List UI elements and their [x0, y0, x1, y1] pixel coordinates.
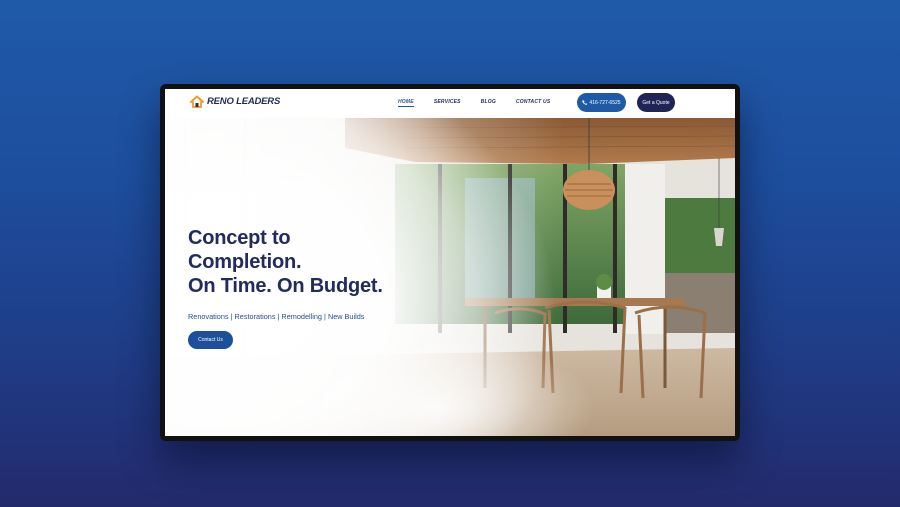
- site-header: RENO LEADERS HOME SERVICES BLOG CONTACT …: [165, 89, 735, 118]
- logo[interactable]: RENO LEADERS: [190, 95, 280, 108]
- headline-line-1: Concept to: [188, 227, 291, 249]
- device-frame: RENO LEADERS HOME SERVICES BLOG CONTACT …: [160, 84, 740, 441]
- get-quote-label: Get a Quote: [642, 99, 670, 106]
- house-logo-icon: [190, 95, 204, 108]
- hero-headline: Concept to Completion. On Time. On Budge…: [188, 226, 383, 298]
- phone-number: 416-727-6525: [589, 99, 621, 106]
- presentation-background: RENO LEADERS HOME SERVICES BLOG CONTACT …: [0, 0, 900, 507]
- nav-home[interactable]: HOME: [398, 99, 414, 107]
- services-tagline: Renovations | Restorations | Remodelling…: [188, 312, 365, 321]
- website-screen: RENO LEADERS HOME SERVICES BLOG CONTACT …: [165, 89, 735, 436]
- hero-bottom-glow: [315, 318, 635, 436]
- headline-line-3: On Time. On Budget.: [188, 275, 383, 297]
- phone-icon: [582, 100, 588, 105]
- headline-line-2: Completion.: [188, 251, 302, 273]
- main-nav: HOME SERVICES BLOG CONTACT US: [398, 99, 550, 107]
- get-quote-button[interactable]: Get a Quote: [637, 93, 675, 112]
- nav-services[interactable]: SERVICES: [434, 99, 461, 107]
- logo-text: RENO LEADERS: [207, 96, 281, 107]
- contact-us-label: Contact Us: [198, 337, 223, 343]
- phone-button[interactable]: 416-727-6525: [577, 93, 626, 112]
- nav-contact-us[interactable]: CONTACT US: [516, 99, 550, 107]
- hero-section: Concept to Completion. On Time. On Budge…: [165, 118, 735, 436]
- contact-us-button[interactable]: Contact Us: [188, 331, 233, 349]
- nav-blog[interactable]: BLOG: [481, 99, 496, 107]
